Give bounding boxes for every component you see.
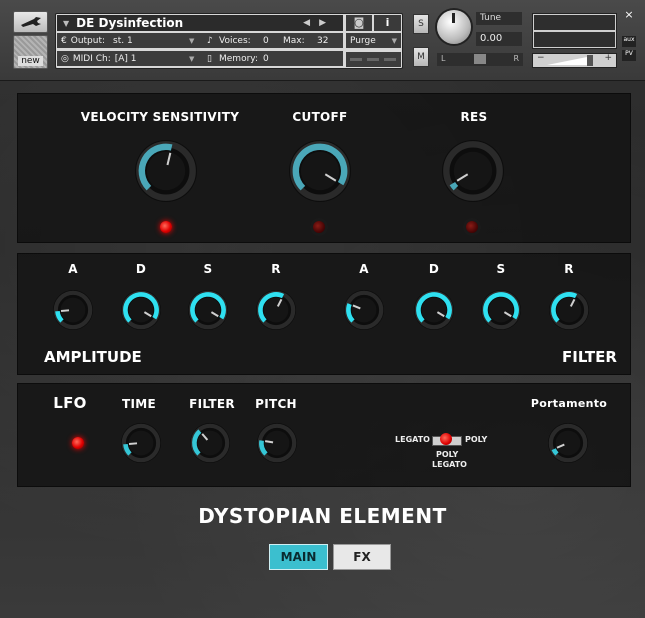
res-label: RES (460, 110, 488, 124)
volume-ramp-icon (547, 55, 593, 66)
memory-value: 0 (263, 53, 269, 64)
activity-meter (346, 52, 401, 67)
instrument-nav-arrows-icon[interactable]: ◀▶ (303, 18, 335, 28)
product-title: DYSTOPIAN ELEMENT (198, 504, 447, 528)
lfo-label: LFO (53, 394, 87, 412)
memory-label: Memory: (219, 53, 258, 64)
max-label: Max: (283, 35, 305, 46)
pan-handle[interactable] (474, 54, 486, 64)
legato-label: LEGATO (395, 435, 430, 444)
amp-decay-label: D (135, 262, 147, 276)
filter-release-knob[interactable] (548, 289, 590, 331)
voice-mode-switch-handle[interactable] (440, 433, 452, 445)
amp-sustain-knob[interactable] (187, 289, 229, 331)
tab-fx[interactable]: FX (333, 544, 391, 570)
wrench-icon (20, 17, 41, 27)
info-icon[interactable]: i (374, 15, 401, 31)
midi-icon: ◎ (61, 53, 69, 64)
midi-row: ◎ MIDI Ch: [A] 1 ▼ ▯ Memory: 0 (57, 51, 343, 66)
voices-label: Voices: (219, 35, 251, 46)
amplitude-section-label: AMPLITUDE (44, 348, 142, 366)
volume-plus-icon[interactable]: + (604, 53, 612, 63)
filter-attack-knob[interactable] (343, 289, 385, 331)
max-voices-value[interactable]: 32 (317, 36, 328, 46)
cutoff-label: CUTOFF (292, 110, 348, 124)
velocity-knob[interactable] (134, 139, 198, 203)
voices-value: 0 (263, 35, 269, 46)
memory-icon: ▯ (207, 53, 212, 64)
volume-slider[interactable]: − + (532, 53, 617, 68)
collapse-arrow-icon[interactable]: ▼ (63, 19, 69, 28)
output-dropdown-icon[interactable]: ▼ (189, 37, 194, 45)
filter-sustain-label: S (496, 262, 506, 276)
instrument-name: DE Dysinfection (76, 16, 184, 30)
instrument-header: new ▼ DE Dysinfection ◀▶ ◙ i € Output: s… (0, 0, 645, 81)
new-button[interactable]: new (13, 35, 48, 69)
purge-dropdown[interactable]: Purge ▼ (346, 33, 401, 48)
camera-icon[interactable]: ◙ (346, 15, 372, 31)
mute-button[interactable]: M (413, 47, 429, 67)
filter-decay-label: D (428, 262, 440, 276)
portamento-knob[interactable] (547, 422, 589, 464)
lfo-pitch-label: PITCH (255, 397, 297, 411)
close-button[interactable]: × (622, 8, 636, 22)
pv-button[interactable]: PV (622, 50, 636, 61)
level-meter (532, 13, 617, 49)
cutoff-knob[interactable] (288, 139, 352, 203)
filter-release-label: R (564, 262, 574, 276)
amp-release-knob[interactable] (255, 289, 297, 331)
res-led[interactable] (466, 221, 478, 233)
lfo-time-label: TIME (122, 397, 156, 411)
tab-main[interactable]: MAIN (269, 544, 328, 570)
filter-decay-knob[interactable] (413, 289, 455, 331)
new-label: new (18, 56, 43, 66)
midi-dropdown-icon[interactable]: ▼ (189, 55, 194, 63)
poly-legato-label-bottom: LEGATO (432, 460, 467, 469)
output-label: Output: (70, 35, 106, 46)
solo-button[interactable]: S (413, 14, 429, 34)
res-knob[interactable] (441, 139, 505, 203)
portamento-label: Portamento (530, 397, 608, 410)
midi-label: MIDI Ch: (72, 53, 111, 64)
amp-sustain-label: S (203, 262, 213, 276)
output-value[interactable]: st. 1 (113, 36, 133, 46)
poly-label: POLY (465, 435, 488, 444)
output-row: € Output: st. 1 ▼ ♪ Voices: 0 Max: 32 (57, 33, 343, 48)
midi-channel-value[interactable]: [A] 1 (115, 54, 137, 64)
velocity-sensitivity-label: VELOCITY SENSITIVITY (80, 110, 240, 124)
tune-label: Tune (476, 12, 522, 25)
amp-decay-knob[interactable] (120, 289, 162, 331)
amp-attack-label: A (68, 262, 78, 276)
purge-label: Purge (350, 35, 376, 46)
aux-button[interactable]: aux (622, 36, 636, 47)
poly-legato-label-top: POLY (436, 450, 459, 459)
filter-section-label: FILTER (562, 348, 617, 366)
lfo-filter-label: FILTER (189, 397, 235, 411)
amp-release-label: R (271, 262, 281, 276)
tune-knob[interactable] (437, 10, 471, 44)
wrench-button[interactable] (13, 11, 48, 33)
pan-right-label: R (513, 54, 519, 63)
lfo-filter-knob[interactable] (189, 422, 231, 464)
velocity-led[interactable] (160, 221, 172, 233)
amp-attack-knob[interactable] (52, 289, 94, 331)
purge-dropdown-icon: ▼ (391, 36, 397, 45)
filter-sustain-knob[interactable] (480, 289, 522, 331)
voices-icon: ♪ (207, 35, 213, 46)
lfo-pitch-knob[interactable] (256, 422, 298, 464)
lfo-time-knob[interactable] (120, 422, 162, 464)
filter-attack-label: A (359, 262, 369, 276)
pan-left-label: L (441, 54, 446, 63)
instrument-title-bar[interactable]: ▼ DE Dysinfection ◀▶ (57, 15, 343, 31)
tune-value[interactable]: 0.00 (476, 32, 522, 46)
output-icon: € (61, 35, 67, 46)
pan-slider[interactable]: L R (437, 53, 523, 66)
plugin-window: new ▼ DE Dysinfection ◀▶ ◙ i € Output: s… (0, 0, 645, 618)
cutoff-led[interactable] (313, 221, 325, 233)
volume-minus-icon[interactable]: − (537, 53, 545, 63)
lfo-led[interactable] (72, 437, 84, 449)
instrument-info-panel: ▼ DE Dysinfection ◀▶ ◙ i € Output: st. 1… (55, 13, 403, 69)
